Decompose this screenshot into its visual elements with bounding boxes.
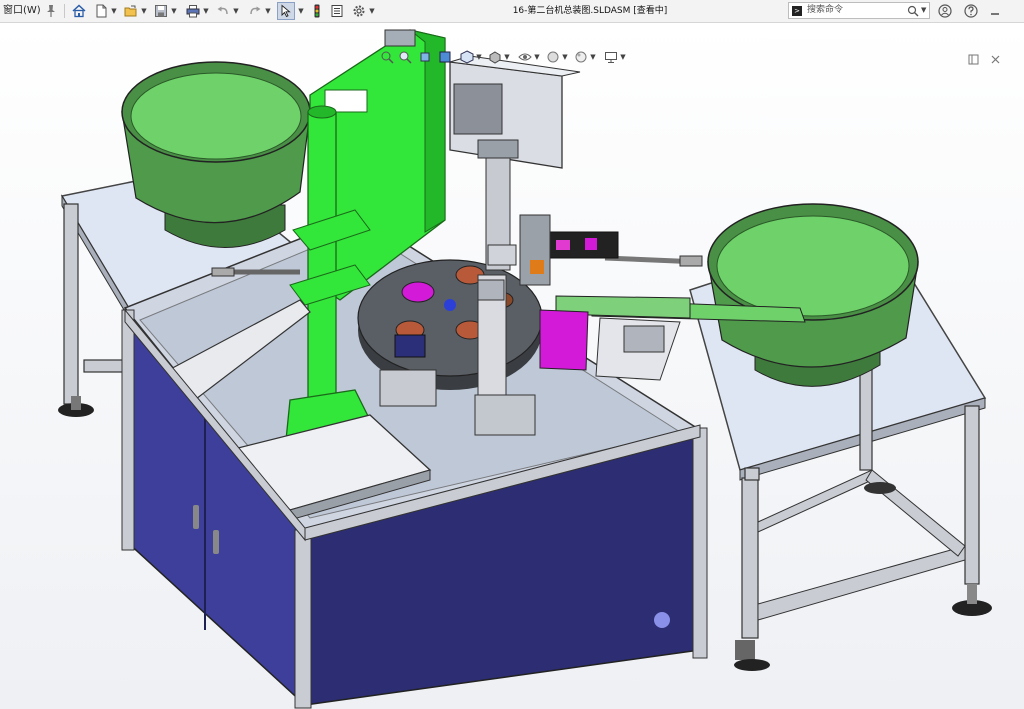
options-dropdown-caret[interactable]: ▼	[368, 2, 376, 20]
zoom-to-fit-icon[interactable]	[378, 48, 396, 66]
graphics-viewport[interactable]: ▼ ▼ ▼ ▼ ▼ ▼	[0, 23, 1024, 709]
previous-view-icon[interactable]	[416, 48, 434, 66]
appearance-caret[interactable]: ▼	[561, 48, 569, 66]
undo-dropdown-caret[interactable]: ▼	[232, 2, 240, 20]
save-dropdown-caret[interactable]: ▼	[170, 2, 178, 20]
search-icon[interactable]	[907, 5, 919, 17]
assembly-model-view[interactable]	[0, 23, 1024, 709]
document-title: 16-第二台机总装图.SLDASM [查看中]	[512, 6, 668, 16]
select-dropdown-caret[interactable]: ▼	[297, 2, 305, 20]
redo-icon[interactable]	[246, 2, 264, 20]
title-bar: 窗口(W) ▼ ▼ ▼ ▼ ▼ ▼ ▼ ▼ 16-第二台机总装图.SLDASM …	[0, 0, 1024, 23]
pin-icon[interactable]	[42, 2, 60, 20]
zoom-area-icon[interactable]	[396, 48, 414, 66]
home-icon[interactable]	[70, 2, 88, 20]
close-icon[interactable]	[988, 52, 1002, 66]
traffic-light-icon[interactable]	[308, 2, 326, 20]
help-icon[interactable]	[962, 2, 980, 20]
open-folder-icon[interactable]	[122, 2, 140, 20]
print-dropdown-caret[interactable]: ▼	[202, 2, 210, 20]
hide-show-caret[interactable]: ▼	[533, 48, 541, 66]
display-style-icon[interactable]	[486, 48, 504, 66]
new-document-icon[interactable]	[92, 2, 110, 20]
view-settings-caret[interactable]: ▼	[619, 48, 627, 66]
window-menu[interactable]: 窗口(W)	[3, 2, 41, 20]
save-icon[interactable]	[152, 2, 170, 20]
view-orientation-caret[interactable]: ▼	[475, 48, 483, 66]
redo-dropdown-caret[interactable]: ▼	[264, 2, 272, 20]
search-input[interactable]: 搜索命令	[807, 3, 843, 18]
file-properties-icon[interactable]	[328, 2, 346, 20]
view-orientation-icon[interactable]	[458, 48, 476, 66]
display-style-caret[interactable]: ▼	[503, 48, 511, 66]
select-arrow-icon[interactable]	[277, 2, 295, 20]
search-box[interactable]: > 搜索命令 ▼	[788, 2, 930, 19]
print-icon[interactable]	[184, 2, 202, 20]
section-view-icon[interactable]	[436, 48, 454, 66]
view-settings-icon[interactable]	[602, 48, 620, 66]
restore-icon[interactable]	[966, 52, 980, 66]
command-prompt-icon: >	[792, 6, 802, 16]
new-dropdown-caret[interactable]: ▼	[110, 2, 118, 20]
undo-icon[interactable]	[214, 2, 232, 20]
gear-icon[interactable]	[350, 2, 368, 20]
scene-icon[interactable]	[572, 48, 590, 66]
appearance-icon[interactable]	[544, 48, 562, 66]
open-dropdown-caret[interactable]: ▼	[140, 2, 148, 20]
hide-show-items-icon[interactable]	[516, 48, 534, 66]
minimize-icon[interactable]	[986, 2, 1004, 20]
search-dropdown-caret[interactable]: ▼	[921, 3, 926, 18]
account-icon[interactable]	[936, 2, 954, 20]
scene-caret[interactable]: ▼	[589, 48, 597, 66]
